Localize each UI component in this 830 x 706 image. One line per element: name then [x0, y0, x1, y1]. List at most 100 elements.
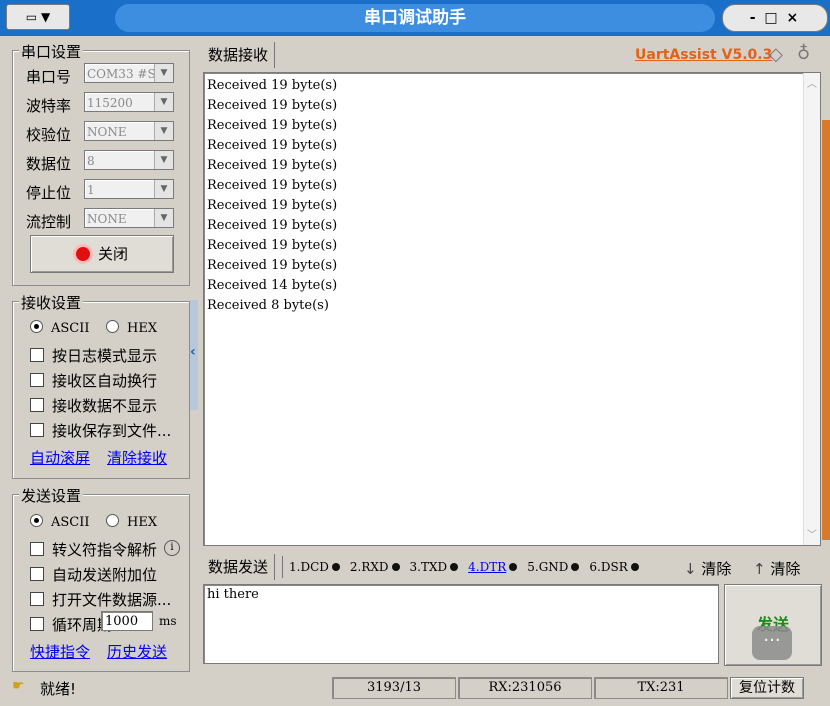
clear-send-history-button[interactable]: ↓ 清除 [684, 558, 731, 579]
diamond-icon[interactable]: ◇ [769, 44, 783, 65]
info-icon[interactable]: i [164, 540, 180, 556]
append-bits-label: 自动发送附加位 [52, 566, 158, 584]
period-unit: ms [159, 614, 177, 628]
app-icon: ▭ [25, 10, 38, 24]
window-title: 串口调试助手 [115, 4, 715, 32]
arrow-down-icon: ↓ [684, 560, 697, 578]
send-ascii-radio[interactable]: ASCII [30, 514, 90, 530]
file-source-checkbox[interactable]: 打开文件数据源... [30, 589, 171, 610]
tab-data-send[interactable]: 数据发送 [202, 554, 276, 580]
signal-label: 3.TXD [409, 560, 448, 574]
checkbox-icon [30, 617, 44, 631]
hide-data-label: 接收数据不显示 [52, 397, 158, 415]
signal-txd: 3.TXD [410, 560, 459, 574]
serial-settings-title: 串口设置 [19, 41, 84, 62]
checkbox-icon [30, 592, 44, 606]
status-ready: 就绪! [40, 680, 77, 698]
chevron-down-icon: ▼ [154, 180, 173, 198]
led-indicator-icon [391, 563, 400, 571]
send-hex-radio[interactable]: HEX [106, 514, 157, 530]
receive-scrollbar[interactable]: ︿ ﹀ [803, 73, 820, 545]
send-hex-label: HEX [127, 515, 158, 530]
history-link[interactable]: 历史发送 [107, 641, 167, 662]
receive-hex-radio[interactable]: HEX [106, 320, 157, 336]
red-indicator-icon [75, 247, 90, 261]
scroll-up-icon[interactable]: ︿ [807, 75, 817, 90]
collapse-arrow-icon: ‹ [190, 344, 196, 360]
checkbox-icon [30, 348, 44, 362]
stopbits-select[interactable]: 1 ▼ [84, 179, 174, 199]
receive-line: Received 19 byte(s) [207, 158, 338, 173]
radio-icon [106, 514, 119, 527]
receive-line: Received 19 byte(s) [207, 238, 338, 253]
receive-ascii-label: ASCII [51, 321, 90, 336]
auto-scroll-link[interactable]: 自动滚屏 [30, 447, 90, 468]
databits-select[interactable]: 8 ▼ [84, 150, 174, 170]
status-rx: RX:231056 [458, 677, 592, 699]
flow-select[interactable]: NONE ▼ [84, 208, 174, 228]
signal-label: 6.DSR [589, 560, 628, 574]
clear-1-label: 清除 [701, 560, 732, 578]
receive-line: Received 8 byte(s) [207, 298, 329, 313]
databits-value: 8 [87, 154, 95, 168]
status-icon: ☛ [12, 678, 25, 694]
signal-label: 2.RXD [349, 560, 389, 574]
brand-link[interactable]: UartAssist V5.0.3 [635, 47, 772, 63]
chat-bubble-icon[interactable]: ··· [752, 626, 792, 660]
clear-send-button[interactable]: ↑ 清除 [753, 558, 800, 579]
bell-icon[interactable]: ♁ [797, 43, 810, 64]
reset-count-button[interactable]: 复位计数 [730, 677, 804, 699]
checkbox-icon [30, 423, 44, 437]
signal-bar: 1.DCD 2.RXD 3.TXD 4.DTR 5.GND 6.DSR [282, 556, 681, 578]
tab-data-receive[interactable]: 数据接收 [202, 42, 276, 68]
chevron-down-icon: ▼ [154, 64, 173, 82]
file-source-label: 打开文件数据源... [52, 591, 172, 609]
save-to-file-checkbox[interactable]: 接收保存到文件... [30, 420, 171, 441]
clear-2-label: 清除 [770, 560, 801, 578]
send-textarea[interactable]: hi there [203, 584, 719, 664]
parity-value: NONE [87, 125, 127, 139]
signal-label: 5.GND [527, 560, 569, 574]
log-mode-checkbox[interactable]: 按日志模式显示 [30, 345, 157, 366]
shortcuts-link[interactable]: 快捷指令 [30, 641, 90, 662]
receive-hex-label: HEX [127, 321, 158, 336]
receive-line: Received 19 byte(s) [207, 218, 338, 233]
radio-icon [106, 320, 119, 333]
receive-lines: Received 19 byte(s) Received 19 byte(s) Re… [204, 73, 820, 316]
auto-wrap-label: 接收区自动换行 [52, 372, 158, 390]
stopbits-value: 1 [87, 183, 95, 197]
close-port-button[interactable]: 关闭 [30, 235, 174, 273]
escape-parse-label: 转义符指令解析 [52, 541, 158, 559]
signal-label: 4.DTR [468, 560, 507, 574]
append-bits-checkbox[interactable]: 自动发送附加位 [30, 564, 157, 585]
signal-rxd: 2.RXD [350, 560, 400, 574]
loop-period-checkbox[interactable]: 循环周期 [30, 614, 112, 635]
scroll-down-icon[interactable]: ﹀ [807, 526, 817, 541]
receive-line: Received 19 byte(s) [207, 138, 338, 153]
tab-data-send-label: 数据发送 [208, 558, 269, 576]
arrow-up-icon: ↑ [753, 560, 766, 578]
window-controls[interactable]: - □ × [722, 4, 828, 32]
receive-line: Received 19 byte(s) [207, 78, 338, 93]
escape-parse-checkbox[interactable]: 转义符指令解析 [30, 539, 157, 560]
period-input[interactable]: 1000 [101, 611, 153, 631]
port-select[interactable]: COM33 #S1 ▼ [84, 63, 174, 83]
receive-textarea[interactable]: Received 19 byte(s) Received 19 byte(s) Re… [203, 72, 821, 546]
led-indicator-icon [509, 563, 518, 571]
auto-wrap-checkbox[interactable]: 接收区自动换行 [30, 370, 157, 391]
log-mode-label: 按日志模式显示 [52, 347, 158, 365]
clear-receive-link[interactable]: 清除接收 [107, 447, 167, 468]
hide-data-checkbox[interactable]: 接收数据不显示 [30, 395, 157, 416]
signal-dtr[interactable]: 4.DTR [468, 560, 518, 574]
parity-select[interactable]: NONE ▼ [84, 121, 174, 141]
baud-select[interactable]: 115200 ▼ [84, 92, 174, 112]
save-to-file-label: 接收保存到文件... [52, 422, 172, 440]
checkbox-icon [30, 567, 44, 581]
receive-ascii-radio[interactable]: ASCII [30, 320, 90, 336]
port-value: COM33 #S1 [87, 67, 164, 81]
checkbox-icon [30, 373, 44, 387]
system-menu-button[interactable]: ▭ ▼ [6, 4, 70, 30]
panel-splitter[interactable]: ‹ [190, 300, 198, 410]
chevron-down-icon: ▼ [154, 122, 173, 140]
chevron-down-icon: ▼ [40, 10, 51, 24]
